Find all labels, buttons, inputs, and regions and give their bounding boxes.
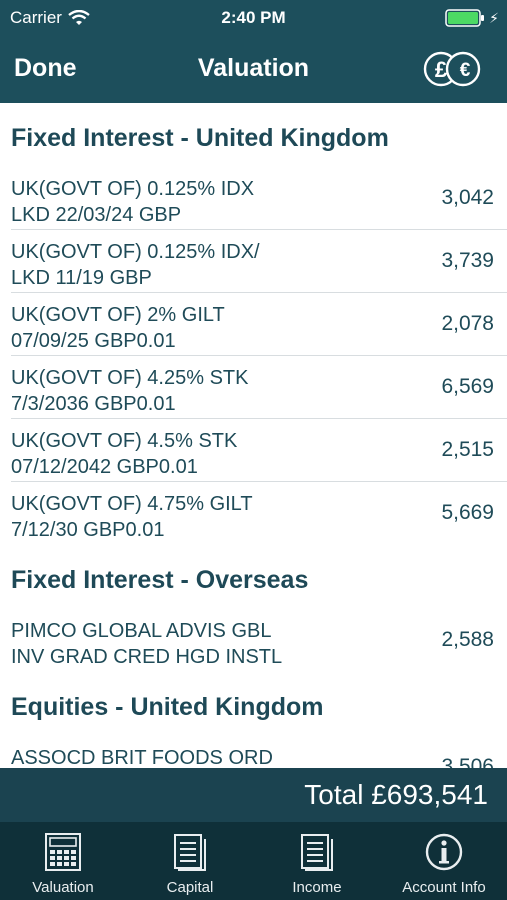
holding-value: 3,739 <box>441 249 494 272</box>
holding-name: UK(GOVT OF) 0.125% IDX LKD 22/03/24 GBP <box>11 178 255 226</box>
holding-row[interactable]: UK(GOVT OF) 0.125% IDX/ LKD 11/19 GBP 3,… <box>11 230 507 293</box>
holding-row[interactable]: UK(GOVT OF) 0.125% IDX LKD 22/03/24 GBP … <box>11 167 507 230</box>
section-header: Fixed Interest - United Kingdom <box>11 124 389 152</box>
holding-row[interactable]: UK(GOVT OF) 4.25% STK 7/3/2036 GBP0.01 6… <box>11 356 507 419</box>
holding-value: 5,669 <box>441 501 494 524</box>
holding-name: PIMCO GLOBAL ADVIS GBL INV GRAD CRED HGD… <box>11 620 283 668</box>
tab-label: Account Info <box>402 879 486 896</box>
total-value: Total £693,541 <box>304 779 488 810</box>
svg-text:€: € <box>460 60 471 81</box>
holding-name: ASSOCD BRIT FOODS ORD <box>11 747 273 768</box>
document-icon <box>301 834 333 871</box>
app-header: Carrier 2:40 PM ⚡ Done Valuation £ € <box>0 0 507 103</box>
holding-row[interactable]: PIMCO GLOBAL ADVIS GBL INV GRAD CRED HGD… <box>11 609 507 672</box>
holding-value: 2,078 <box>441 312 494 335</box>
holding-value: 6,569 <box>441 375 494 398</box>
holding-name: UK(GOVT OF) 4.5% STK 07/12/2042 GBP0.01 <box>11 430 238 478</box>
calculator-icon <box>45 833 81 871</box>
holding-value: 3,506 <box>441 755 494 768</box>
tab-valuation[interactable]: Valuation <box>0 822 126 900</box>
navigation-bar: Done Valuation £ € <box>0 36 507 103</box>
pound-euro-currency-icon[interactable]: £ € <box>421 50 485 88</box>
holding-row[interactable]: ASSOCD BRIT FOODS ORD 3,506 <box>11 736 507 768</box>
holding-name: UK(GOVT OF) 4.75% GILT 7/12/30 GBP0.01 <box>11 493 253 541</box>
document-icon <box>174 834 206 871</box>
holding-name: UK(GOVT OF) 0.125% IDX/ LKD 11/19 GBP <box>11 241 260 289</box>
tab-income[interactable]: Income <box>254 822 380 900</box>
tab-label: Income <box>292 879 342 896</box>
svg-text:£: £ <box>435 57 448 82</box>
status-time: 2:40 PM <box>221 8 286 27</box>
holding-value: 2,515 <box>441 438 494 461</box>
holding-row[interactable]: UK(GOVT OF) 2% GILT 07/09/25 GBP0.01 2,0… <box>11 293 507 356</box>
holding-row[interactable]: UK(GOVT OF) 4.75% GILT 7/12/30 GBP0.01 5… <box>11 482 507 545</box>
valuation-list[interactable]: Fixed Interest - United Kingdom UK(GOVT … <box>0 103 507 768</box>
battery-icon <box>445 9 485 27</box>
tab-label: Valuation <box>32 879 94 896</box>
holding-name: UK(GOVT OF) 2% GILT 07/09/25 GBP0.01 <box>11 304 225 352</box>
tab-label: Capital <box>166 879 214 896</box>
battery-indicator: ⚡ <box>445 9 499 27</box>
total-bar: Total £693,541 <box>0 768 507 822</box>
tab-account-info[interactable]: Account Info <box>381 822 507 900</box>
tab-bar: Valuation Capital Income Account Info <box>0 822 507 900</box>
holding-name: UK(GOVT OF) 4.25% STK 7/3/2036 GBP0.01 <box>11 367 249 415</box>
info-icon <box>425 833 463 871</box>
holding-row[interactable]: UK(GOVT OF) 4.5% STK 07/12/2042 GBP0.01 … <box>11 419 507 482</box>
holding-value: 2,588 <box>441 628 494 651</box>
tab-capital[interactable]: Capital <box>127 822 253 900</box>
bolt-icon: ⚡ <box>489 10 499 26</box>
section-header: Fixed Interest - Overseas <box>11 566 309 594</box>
holding-value: 3,042 <box>441 186 494 209</box>
status-bar: Carrier 2:40 PM ⚡ <box>0 0 507 36</box>
section-header: Equities - United Kingdom <box>11 693 324 721</box>
